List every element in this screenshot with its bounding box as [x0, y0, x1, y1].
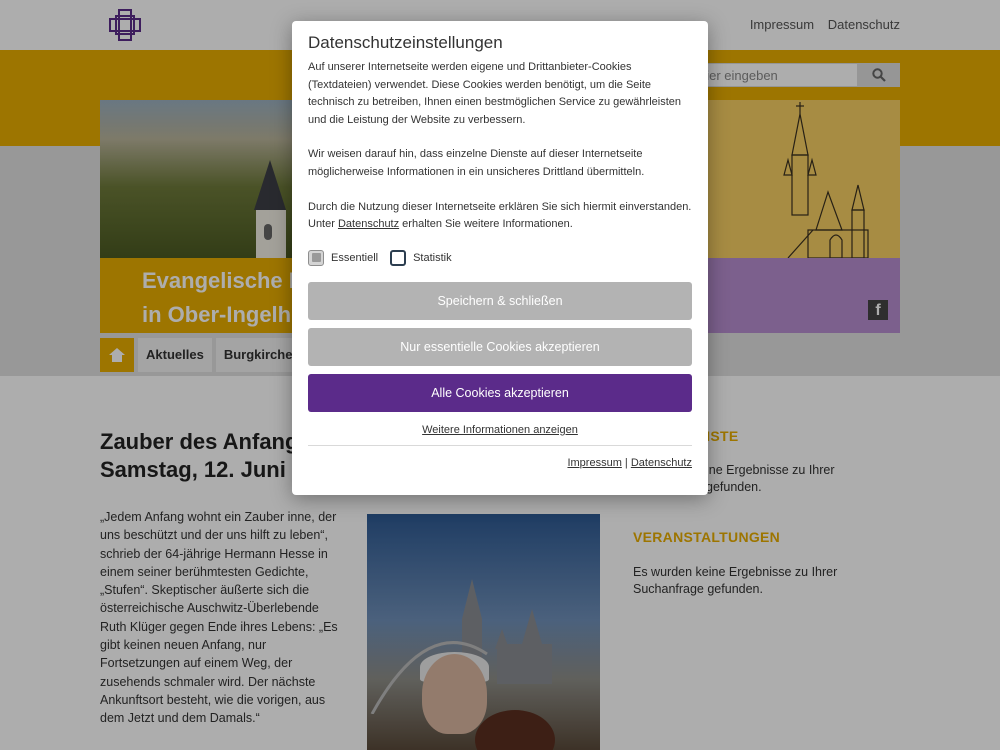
privacy-link[interactable]: Datenschutz — [338, 218, 399, 230]
dialog-paragraph-1: Auf unserer Internetseite werden eigene … — [308, 61, 682, 126]
essential-label: Essentiell — [331, 251, 379, 264]
more-info-link[interactable]: Weitere Informationen anzeigen — [308, 424, 692, 436]
footer-impressum-link[interactable]: Impressum — [567, 457, 621, 469]
statistics-checkbox[interactable] — [390, 249, 407, 266]
dialog-paragraph-3: Durch die Nutzung dieser Internetseite e… — [308, 200, 692, 231]
accept-all-button[interactable]: Alle Cookies akzeptieren — [308, 373, 692, 412]
dialog-footer: Impressum | Datenschutz — [308, 457, 692, 469]
accept-essential-button[interactable]: Nur essentielle Cookies akzeptieren — [308, 327, 692, 366]
cookie-checkboxes: Essentiell Statistik — [308, 248, 692, 268]
footer-separator: | — [624, 456, 628, 469]
essential-checkbox — [308, 249, 324, 266]
dialog-divider — [308, 444, 692, 446]
save-close-button[interactable]: Speichern & schließen — [308, 281, 692, 320]
dialog-title: Datenschutzeinstellungen — [308, 33, 503, 52]
footer-datenschutz-link[interactable]: Datenschutz — [631, 457, 692, 469]
statistics-label[interactable]: Statistik — [413, 252, 452, 264]
dialog-paragraph-2: Wir weisen darauf hin, dass einzelne Die… — [308, 148, 645, 178]
cookie-consent-dialog: Datenschutzeinstellungen Auf unserer Int… — [292, 21, 708, 495]
